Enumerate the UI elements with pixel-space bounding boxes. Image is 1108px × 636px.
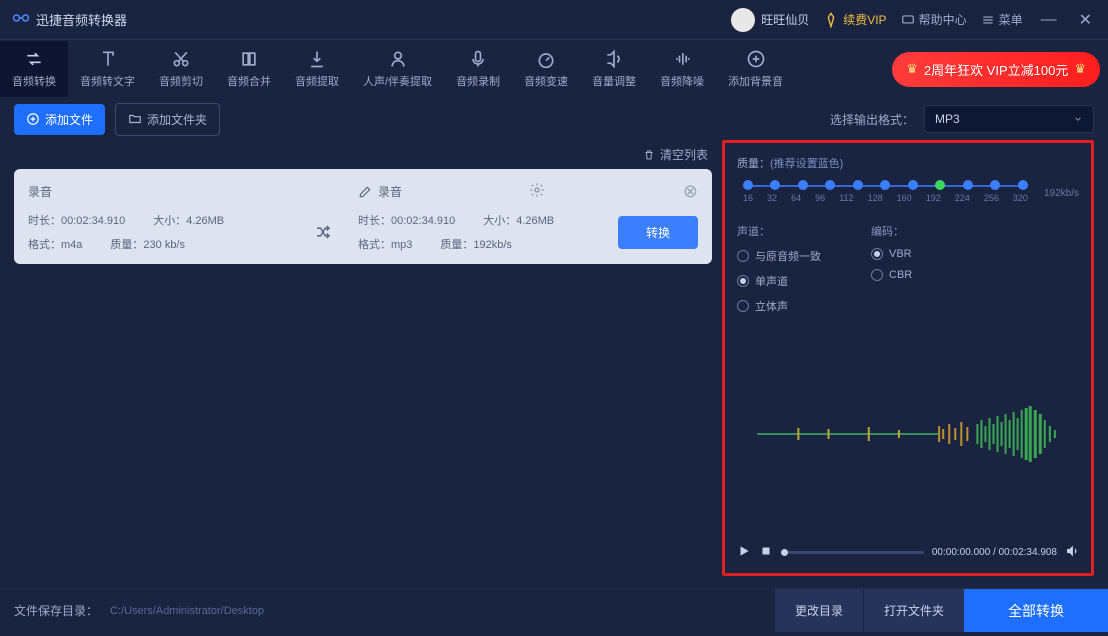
speed-icon xyxy=(536,49,556,69)
tab-volume-adjust[interactable]: 音量调整 xyxy=(580,41,648,97)
radio-channel-same[interactable]: 与原音频一致 xyxy=(737,248,821,264)
tab-audio-extract[interactable]: 音频提取 xyxy=(283,41,351,97)
vip-label: 续费VIP xyxy=(843,11,886,28)
noise-icon xyxy=(672,49,692,69)
edit-icon[interactable] xyxy=(358,185,372,199)
mic-icon xyxy=(468,49,488,69)
encoding-options: 编码： VBR CBR xyxy=(871,223,912,314)
titlebar: 迅捷音频转换器 旺旺仙贝 续费VIP 帮助中心 菜单 — ✕ xyxy=(0,0,1108,40)
tab-audio-merge[interactable]: 音频合并 xyxy=(215,41,283,97)
user-area[interactable]: 旺旺仙贝 xyxy=(731,8,809,32)
actionbar: 添加文件 添加文件夹 选择输出格式： MP3 xyxy=(0,98,1108,140)
radio-channel-stereo[interactable]: 立体声 xyxy=(737,298,821,314)
open-dir-button[interactable]: 打开文件夹 xyxy=(863,589,964,632)
quality-recommend: (推荐设置蓝色) xyxy=(770,155,843,171)
volume-button[interactable] xyxy=(1065,544,1079,561)
promo-button[interactable]: ♛ 2周年狂欢 VIP立减100元 ♛ xyxy=(892,52,1100,87)
bitrate-value: 192kb/s xyxy=(1044,188,1079,199)
tab-audio-speed[interactable]: 音频变速 xyxy=(512,41,580,97)
volume-icon xyxy=(604,49,624,69)
avatar xyxy=(731,8,755,32)
user-name: 旺旺仙贝 xyxy=(761,11,809,28)
merge-icon xyxy=(239,49,259,69)
footer: 文件保存目录： C:/Users/Administrator/Desktop 更… xyxy=(0,588,1108,632)
settings-panel: 质量： (推荐设置蓝色) 163264 96112128 160192224 2… xyxy=(722,140,1094,576)
voice-icon xyxy=(388,49,408,69)
tab-audio-cut[interactable]: 音频剪切 xyxy=(147,41,215,97)
chat-icon xyxy=(901,13,915,27)
tab-audio-record[interactable]: 音频录制 xyxy=(444,41,512,97)
radio-enc-cbr[interactable]: CBR xyxy=(871,269,912,281)
add-folder-button[interactable]: 添加文件夹 xyxy=(115,103,220,136)
output-format-label: 选择输出格式： xyxy=(830,111,914,128)
file-name-right: 录音 xyxy=(378,183,402,200)
convert-all-button[interactable]: 全部转换 xyxy=(964,589,1108,632)
file-name-left: 录音 xyxy=(28,183,358,200)
tab-voice-separate[interactable]: 人声/伴奏提取 xyxy=(351,41,444,97)
vip-badge[interactable]: 续费VIP xyxy=(823,11,886,28)
waveform-display xyxy=(737,332,1079,536)
stop-button[interactable] xyxy=(759,544,773,561)
preview-player: 00:00:00.000 / 00:02:34.908 xyxy=(737,536,1079,561)
remove-file-button[interactable]: ⊗ xyxy=(683,181,698,202)
file-card: 录音 录音 ⊗ 时长：00:02:34.910大小：4.26MB 格式：m4a质… xyxy=(14,169,712,264)
close-button[interactable]: ✕ xyxy=(1075,10,1096,30)
help-button[interactable]: 帮助中心 xyxy=(901,11,967,28)
menu-icon xyxy=(981,13,995,27)
extract-icon xyxy=(307,49,327,69)
save-dir-path[interactable]: C:/Users/Administrator/Desktop xyxy=(110,605,264,617)
trash-icon xyxy=(643,149,655,161)
text-icon xyxy=(98,49,118,69)
tab-add-bgm[interactable]: 添加背景音 xyxy=(716,41,795,97)
quality-label: 质量： xyxy=(737,155,770,171)
tab-audio-to-text[interactable]: 音频转文字 xyxy=(68,41,147,97)
crown-icon: ♛ xyxy=(906,61,918,77)
gear-icon[interactable] xyxy=(529,182,545,201)
bgm-icon xyxy=(746,49,766,69)
seek-bar[interactable] xyxy=(781,551,924,554)
shuffle-icon xyxy=(288,223,358,241)
plus-circle-icon xyxy=(26,112,40,126)
add-file-button[interactable]: 添加文件 xyxy=(14,104,105,135)
app-logo-icon xyxy=(12,9,30,30)
output-format-select[interactable]: MP3 xyxy=(924,105,1094,133)
folder-icon xyxy=(128,112,142,126)
convert-single-button[interactable]: 转换 xyxy=(618,216,698,249)
time-display: 00:00:00.000 / 00:02:34.908 xyxy=(932,547,1057,558)
toolbar: 音频转换 音频转文字 音频剪切 音频合并 音频提取 人声/伴奏提取 音频录制 音… xyxy=(0,40,1108,98)
menu-button[interactable]: 菜单 xyxy=(981,11,1023,28)
save-dir-label: 文件保存目录： xyxy=(14,602,98,619)
radio-enc-vbr[interactable]: VBR xyxy=(871,248,912,260)
crown-icon: ♛ xyxy=(1074,61,1086,77)
file-list-panel: 清空列表 录音 录音 ⊗ 时长：00:02:34.910大小：4.26MB 格式… xyxy=(14,140,712,576)
diamond-icon xyxy=(823,12,839,28)
source-info: 时长：00:02:34.910大小：4.26MB 格式：m4a质量：230 kb… xyxy=(28,212,288,252)
cut-icon xyxy=(171,49,191,69)
minimize-button[interactable]: — xyxy=(1037,11,1061,29)
app-title: 迅捷音频转换器 xyxy=(36,10,127,29)
chevron-down-icon xyxy=(1073,114,1083,124)
tab-noise-reduce[interactable]: 音频降噪 xyxy=(648,41,716,97)
tab-audio-convert[interactable]: 音频转换 xyxy=(0,41,68,97)
convert-icon xyxy=(24,49,44,69)
radio-channel-mono[interactable]: 单声道 xyxy=(737,273,821,289)
target-info: 时长：00:02:34.910大小：4.26MB 格式：mp3质量：192kb/… xyxy=(358,212,606,252)
change-dir-button[interactable]: 更改目录 xyxy=(774,589,863,632)
channel-options: 声道： 与原音频一致 单声道 立体声 xyxy=(737,223,821,314)
bitrate-slider[interactable]: 163264 96112128 160192224 256320 xyxy=(737,179,1034,207)
clear-list-button[interactable]: 清空列表 xyxy=(643,146,708,163)
play-button[interactable] xyxy=(737,544,751,561)
